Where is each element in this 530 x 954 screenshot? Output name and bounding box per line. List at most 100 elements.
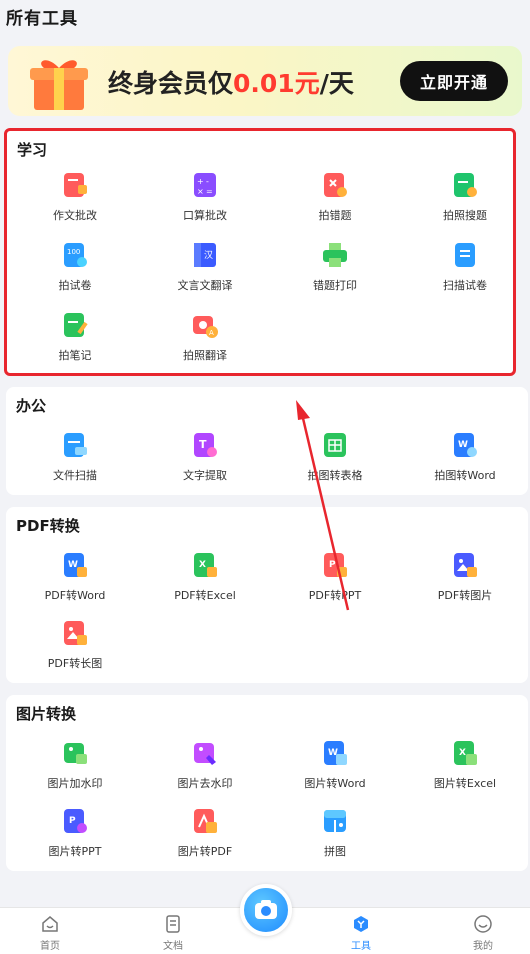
tab-mine[interactable]: 我的	[453, 914, 513, 952]
svg-text:P: P	[329, 560, 336, 570]
tool-label: 拼图	[324, 845, 346, 858]
tool-label: 图片转Excel	[433, 777, 497, 790]
photo-translate-icon: A	[193, 316, 218, 338]
image-section: 图片转换 图片加水印 图片去水印 W 图片转Word X 图片转Excel P …	[6, 695, 528, 871]
wrong-question-icon	[324, 173, 347, 197]
section-title: 学习	[17, 141, 48, 159]
tool-remove-watermark[interactable]: 图片去水印	[140, 737, 270, 801]
tool-composition-grading[interactable]: 作文批改	[10, 169, 140, 233]
gift-box-icon	[30, 60, 88, 110]
text-extract-icon: T	[194, 433, 217, 457]
collage-icon	[324, 810, 346, 832]
page-title: 所有工具	[6, 9, 78, 29]
svg-text:P: P	[69, 816, 76, 826]
tool-label: 错题打印	[313, 279, 357, 292]
tool-label: 拍错题	[318, 209, 352, 222]
tool-photo-notes[interactable]: 拍笔记	[10, 309, 140, 373]
tool-label: 文言文翻译	[177, 279, 233, 292]
tool-label: 拍照翻译	[183, 349, 227, 362]
scan-exam-icon	[455, 243, 475, 267]
tool-file-scan[interactable]: 文件扫描	[10, 429, 140, 493]
study-section: 学习 作文批改 + - × = 口算批改 拍错题 拍照搜题 100 拍试卷 汉 文言文…	[4, 128, 516, 376]
svg-text:T: T	[199, 438, 207, 451]
banner-price: 0.01元	[233, 69, 320, 98]
composition-icon	[64, 173, 87, 197]
tool-image-to-ppt[interactable]: P 图片转PPT	[10, 805, 140, 869]
tool-label: 拍图转表格	[307, 469, 363, 482]
file-scan-icon	[64, 433, 87, 457]
tool-arithmetic-grading[interactable]: + - × = 口算批改	[140, 169, 270, 233]
tool-image-to-word-2[interactable]: W 图片转Word	[270, 737, 400, 801]
tool-label: 图片转PDF	[177, 845, 233, 858]
tool-image-to-excel[interactable]: X 图片转Excel	[400, 737, 530, 801]
svg-text:-: -	[206, 177, 209, 186]
image-ppt-icon: P	[64, 809, 87, 833]
tab-label: 文档	[163, 941, 183, 952]
svg-text:X: X	[459, 748, 466, 758]
tool-image-to-word[interactable]: W 拍图转Word	[400, 429, 530, 493]
tool-pdf-to-ppt[interactable]: P PDF转PPT	[270, 549, 400, 613]
tool-label: 拍笔记	[58, 349, 92, 362]
tab-docs[interactable]: 文档	[143, 914, 203, 952]
camera-button[interactable]	[240, 884, 292, 936]
image-pdf-icon	[194, 809, 217, 833]
tool-label: 拍照搜题	[443, 209, 487, 222]
pdf-word-icon: W	[64, 553, 87, 577]
tool-add-watermark[interactable]: 图片加水印	[10, 737, 140, 801]
svg-text:×: ×	[197, 187, 204, 196]
tool-label: 拍试卷	[58, 279, 92, 292]
svg-text:+: +	[197, 177, 204, 186]
tool-label: 图片加水印	[47, 777, 103, 790]
photo-search-icon	[454, 173, 477, 197]
svg-text:=: =	[206, 187, 213, 196]
pdf-image-icon	[454, 553, 477, 577]
tool-label: PDF转PPT	[308, 589, 362, 602]
remove-watermark-icon	[194, 743, 216, 765]
tool-label: 文字提取	[183, 469, 227, 482]
tool-label: PDF转Word	[44, 589, 106, 602]
tool-scan-exam[interactable]: 扫描试卷	[400, 239, 530, 303]
tool-wrong-questions[interactable]: 拍错题	[270, 169, 400, 233]
calculator-icon: + -× =	[194, 173, 216, 197]
tab-label: 我的	[473, 941, 493, 952]
section-title: PDF转换	[16, 517, 80, 535]
svg-text:A: A	[209, 329, 214, 337]
membership-banner[interactable]: 终身会员仅0.01元/天 立即开通	[8, 46, 522, 116]
activate-now-button[interactable]: 立即开通	[400, 61, 508, 101]
office-section: 办公 文件扫描 T 文字提取 拍图转表格 W 拍图转Word	[6, 387, 528, 495]
tool-image-to-table[interactable]: 拍图转表格	[270, 429, 400, 493]
pdf-excel-icon: X	[194, 553, 217, 577]
tool-pdf-to-word[interactable]: W PDF转Word	[10, 549, 140, 613]
printer-icon	[323, 243, 347, 267]
home-icon	[42, 916, 58, 932]
section-title: 图片转换	[16, 705, 77, 723]
pdf-section: PDF转换 W PDF转Word X PDF转Excel P PDF转PPT P…	[6, 507, 528, 683]
tab-tools[interactable]: 工具	[331, 914, 391, 952]
add-watermark-icon	[64, 743, 87, 764]
tool-print-wrong[interactable]: 错题打印	[270, 239, 400, 303]
tool-label: 拍图转Word	[434, 469, 496, 482]
tool-label: PDF转Excel	[174, 589, 236, 602]
tab-label: 首页	[40, 941, 60, 952]
tool-image-to-pdf[interactable]: 图片转PDF	[140, 805, 270, 869]
tool-label: 图片去水印	[177, 777, 233, 790]
image-word-icon: W	[324, 741, 347, 765]
tool-photo-search[interactable]: 拍照搜题	[400, 169, 530, 233]
tool-photo-translate[interactable]: A 拍照翻译	[140, 309, 270, 373]
tool-pdf-to-image[interactable]: PDF转图片	[400, 549, 530, 613]
tool-classical-translation[interactable]: 汉 文言文翻译	[140, 239, 270, 303]
tool-label: 扫描试卷	[443, 279, 487, 292]
tool-pdf-to-long-image[interactable]: PDF转长图	[10, 617, 140, 681]
svg-text:100: 100	[67, 248, 80, 256]
tool-label: 图片转PPT	[48, 845, 102, 858]
tab-home[interactable]: 首页	[20, 914, 80, 952]
tool-text-extract[interactable]: T 文字提取	[140, 429, 270, 493]
exam-paper-icon: 100	[64, 243, 87, 267]
tool-pdf-to-excel[interactable]: X PDF转Excel	[140, 549, 270, 613]
pdf-ppt-icon: P	[324, 553, 347, 577]
tool-collage[interactable]: 拼图	[270, 805, 400, 869]
tool-photo-exam[interactable]: 100 拍试卷	[10, 239, 140, 303]
camera-icon	[255, 900, 277, 919]
svg-text:W: W	[68, 560, 78, 570]
pdf-long-image-icon	[64, 621, 87, 645]
